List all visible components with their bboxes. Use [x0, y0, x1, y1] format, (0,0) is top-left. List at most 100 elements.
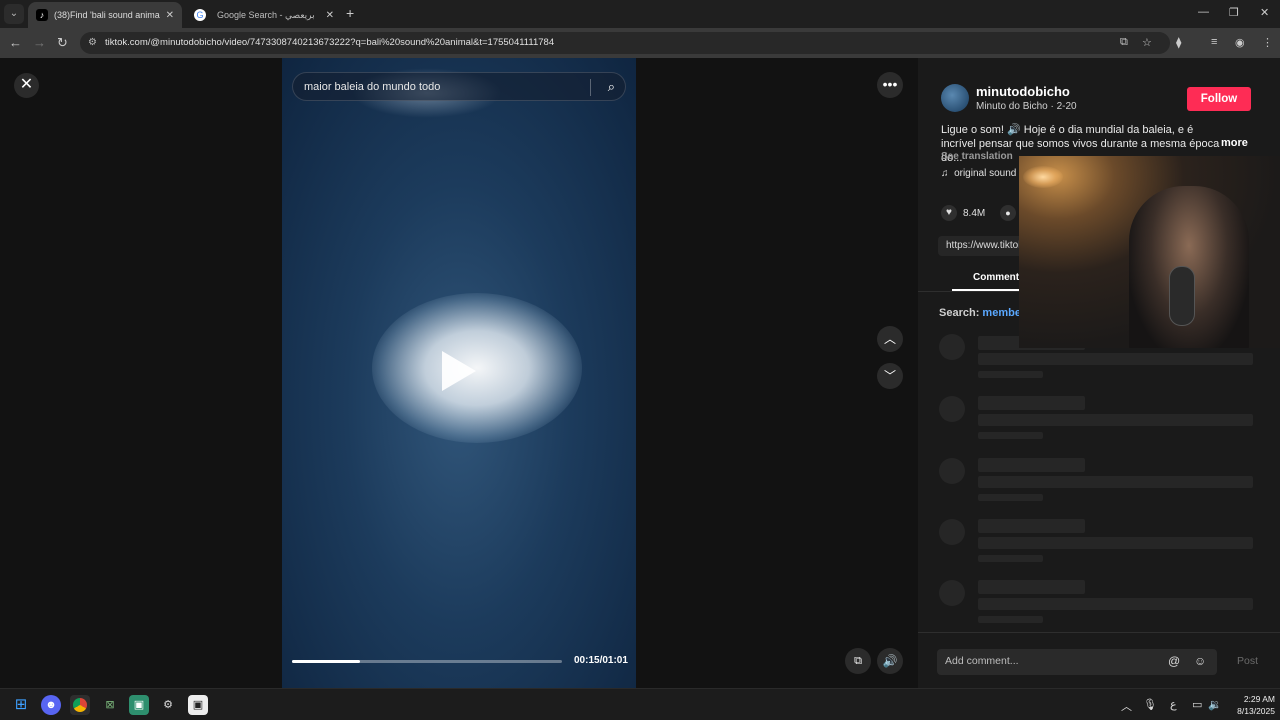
- windows-start-icon[interactable]: ⊞: [11, 695, 31, 715]
- site-info-icon[interactable]: ⚙: [88, 37, 97, 48]
- back-icon[interactable]: ←: [9, 35, 22, 50]
- tab-title: Google Search - بريعصي: [216, 9, 315, 20]
- chrome-icon[interactable]: [70, 695, 90, 715]
- music-note-icon: ♫: [941, 168, 949, 179]
- speaker-icon[interactable]: 🔉: [1208, 698, 1222, 711]
- comment-skeleton-avatar: [939, 334, 965, 360]
- comment-skeleton-avatar: [939, 458, 965, 484]
- video-time: 00:15/01:01: [574, 655, 628, 666]
- keyboard-language[interactable]: ع: [1170, 698, 1177, 711]
- forward-icon[interactable]: →: [33, 35, 46, 50]
- comment-composer: Add comment... @ ☺ Post: [918, 632, 1280, 688]
- install-app-icon[interactable]: ⧉: [1120, 36, 1128, 49]
- search-prefix: Search:: [939, 307, 980, 319]
- comment-skeleton-line: [978, 616, 1043, 623]
- media-controls-icon[interactable]: ≡: [1211, 36, 1217, 48]
- video-player[interactable]: maior baleia do mundo todo ⌕ 00:15/01:01: [282, 58, 636, 688]
- close-tab-icon[interactable]: ✕: [166, 10, 174, 21]
- video-search-query: maior baleia do mundo todo: [304, 81, 441, 93]
- tiktok-icon: ♪: [36, 9, 48, 21]
- microphone-icon[interactable]: 🎙: [1143, 698, 1157, 711]
- extensions-icon[interactable]: ⧫: [1176, 36, 1181, 49]
- comment-skeleton-line: [978, 555, 1043, 562]
- discord-icon[interactable]: ☻: [41, 695, 61, 715]
- minimize-icon[interactable]: —: [1198, 6, 1209, 18]
- spreadsheet-app-icon[interactable]: ⊠: [100, 695, 120, 715]
- video-frame-whale: [372, 293, 582, 443]
- messaging-app-icon[interactable]: ▣: [129, 695, 149, 715]
- reload-icon[interactable]: ↻: [57, 35, 68, 51]
- menu-icon[interactable]: ⋮: [1262, 36, 1273, 49]
- comment-skeleton-line: [978, 371, 1043, 378]
- follow-button[interactable]: Follow: [1187, 87, 1251, 111]
- clock-time: 2:29 AM: [1243, 694, 1275, 704]
- close-icon[interactable]: ✕: [14, 73, 39, 98]
- comment-search-suggestion[interactable]: Search: member: [939, 307, 1025, 319]
- more-options-icon[interactable]: •••: [877, 72, 903, 98]
- play-icon[interactable]: [442, 351, 476, 391]
- comment-skeleton-line: [978, 519, 1085, 533]
- webcam-lamp: [1023, 166, 1063, 188]
- window-close-icon[interactable]: ✕: [1260, 6, 1269, 19]
- video-info-panel: minutodobicho Minuto do Bicho · 2-20 Fol…: [918, 58, 1280, 688]
- video-search-bar[interactable]: maior baleia do mundo todo ⌕: [292, 72, 626, 101]
- tab-comments[interactable]: Comments: [973, 272, 1025, 283]
- mention-icon[interactable]: @: [1168, 654, 1180, 668]
- comment-skeleton-line: [978, 598, 1253, 610]
- post-button[interactable]: Post: [1237, 655, 1258, 667]
- google-icon: G: [194, 9, 206, 21]
- comment-skeleton-line: [978, 458, 1085, 472]
- search-icon[interactable]: ⌕: [608, 79, 615, 95]
- app-icon[interactable]: ▣: [188, 695, 208, 715]
- bookmark-star-icon[interactable]: ☆: [1142, 36, 1152, 49]
- sound-label: original sound: [954, 168, 1017, 179]
- tab-list-button[interactable]: ⌄: [4, 4, 24, 24]
- like-button[interactable]: ♥ 8.4M: [941, 205, 985, 221]
- tab-title: (38)Find 'bali sound animal' on: [54, 10, 160, 20]
- comment-skeleton-line: [978, 537, 1253, 549]
- network-icon[interactable]: ▭: [1192, 698, 1202, 711]
- comment-skeleton-line: [978, 476, 1253, 488]
- comment-skeleton-line: [978, 494, 1043, 501]
- comment-skeleton-avatar: [939, 396, 965, 422]
- clock-date: 8/13/2025: [1237, 706, 1275, 716]
- heart-icon: ♥: [941, 205, 957, 221]
- profile-icon[interactable]: ◉: [1235, 36, 1245, 49]
- show-hidden-icons-icon[interactable]: ︿: [1121, 698, 1132, 714]
- more-link[interactable]: more: [1221, 137, 1248, 149]
- video-progress-bar[interactable]: [292, 660, 562, 663]
- search-divider: [590, 79, 591, 96]
- tab-tiktok[interactable]: ♪ (38)Find 'bali sound animal' on ✕: [28, 2, 182, 28]
- avatar[interactable]: [941, 84, 969, 112]
- comment-skeleton-avatar: [939, 580, 965, 606]
- tab-google[interactable]: G Google Search - بريعصي ✕: [186, 2, 342, 28]
- sound-link[interactable]: ♫ original sound: [941, 168, 1016, 179]
- taskbar: ⊞ ☻ ⊠ ▣ ⚙ ▣ ︿ 🎙 ع ▭ 🔉 2:29 AM 8/13/2025: [0, 688, 1280, 720]
- comment-skeleton-line: [978, 432, 1043, 439]
- address-bar[interactable]: ⚙ tiktok.com/@minutodobicho/video/747330…: [80, 32, 1170, 54]
- comment-icon[interactable]: ●: [1000, 205, 1016, 221]
- floating-player-icon[interactable]: ⧉: [845, 648, 871, 674]
- previous-video-icon[interactable]: ︿: [877, 326, 903, 352]
- tiktok-video-page: ✕ maior baleia do mundo todo ⌕ 00:15/01:…: [0, 58, 1280, 688]
- webcam-overlay: [1019, 156, 1280, 348]
- comment-skeleton-line: [978, 353, 1253, 365]
- author-username[interactable]: minutodobicho: [976, 84, 1070, 99]
- see-translation-link[interactable]: See translation: [941, 151, 1013, 162]
- url-text: tiktok.com/@minutodobicho/video/74733087…: [105, 37, 555, 48]
- taskbar-clock[interactable]: 2:29 AM 8/13/2025: [1223, 693, 1275, 717]
- like-count: 8.4M: [963, 207, 986, 219]
- volume-icon[interactable]: 🔊: [877, 648, 903, 674]
- webcam-microphone: [1169, 266, 1195, 326]
- next-video-icon[interactable]: ﹀: [877, 363, 903, 389]
- comment-skeleton-line: [978, 414, 1253, 426]
- video-progress-fill: [292, 660, 360, 663]
- steam-icon[interactable]: ⚙: [158, 695, 178, 715]
- comment-skeleton-avatar: [939, 519, 965, 545]
- author-subtitle: Minuto do Bicho · 2-20: [976, 101, 1077, 112]
- browser-toolbar: ← → ↻ ⚙ tiktok.com/@minutodobicho/video/…: [0, 28, 1280, 58]
- close-tab-icon[interactable]: ✕: [326, 10, 334, 21]
- restore-icon[interactable]: ❐: [1229, 6, 1239, 19]
- emoji-icon[interactable]: ☺: [1194, 654, 1206, 668]
- new-tab-button[interactable]: +: [346, 5, 354, 21]
